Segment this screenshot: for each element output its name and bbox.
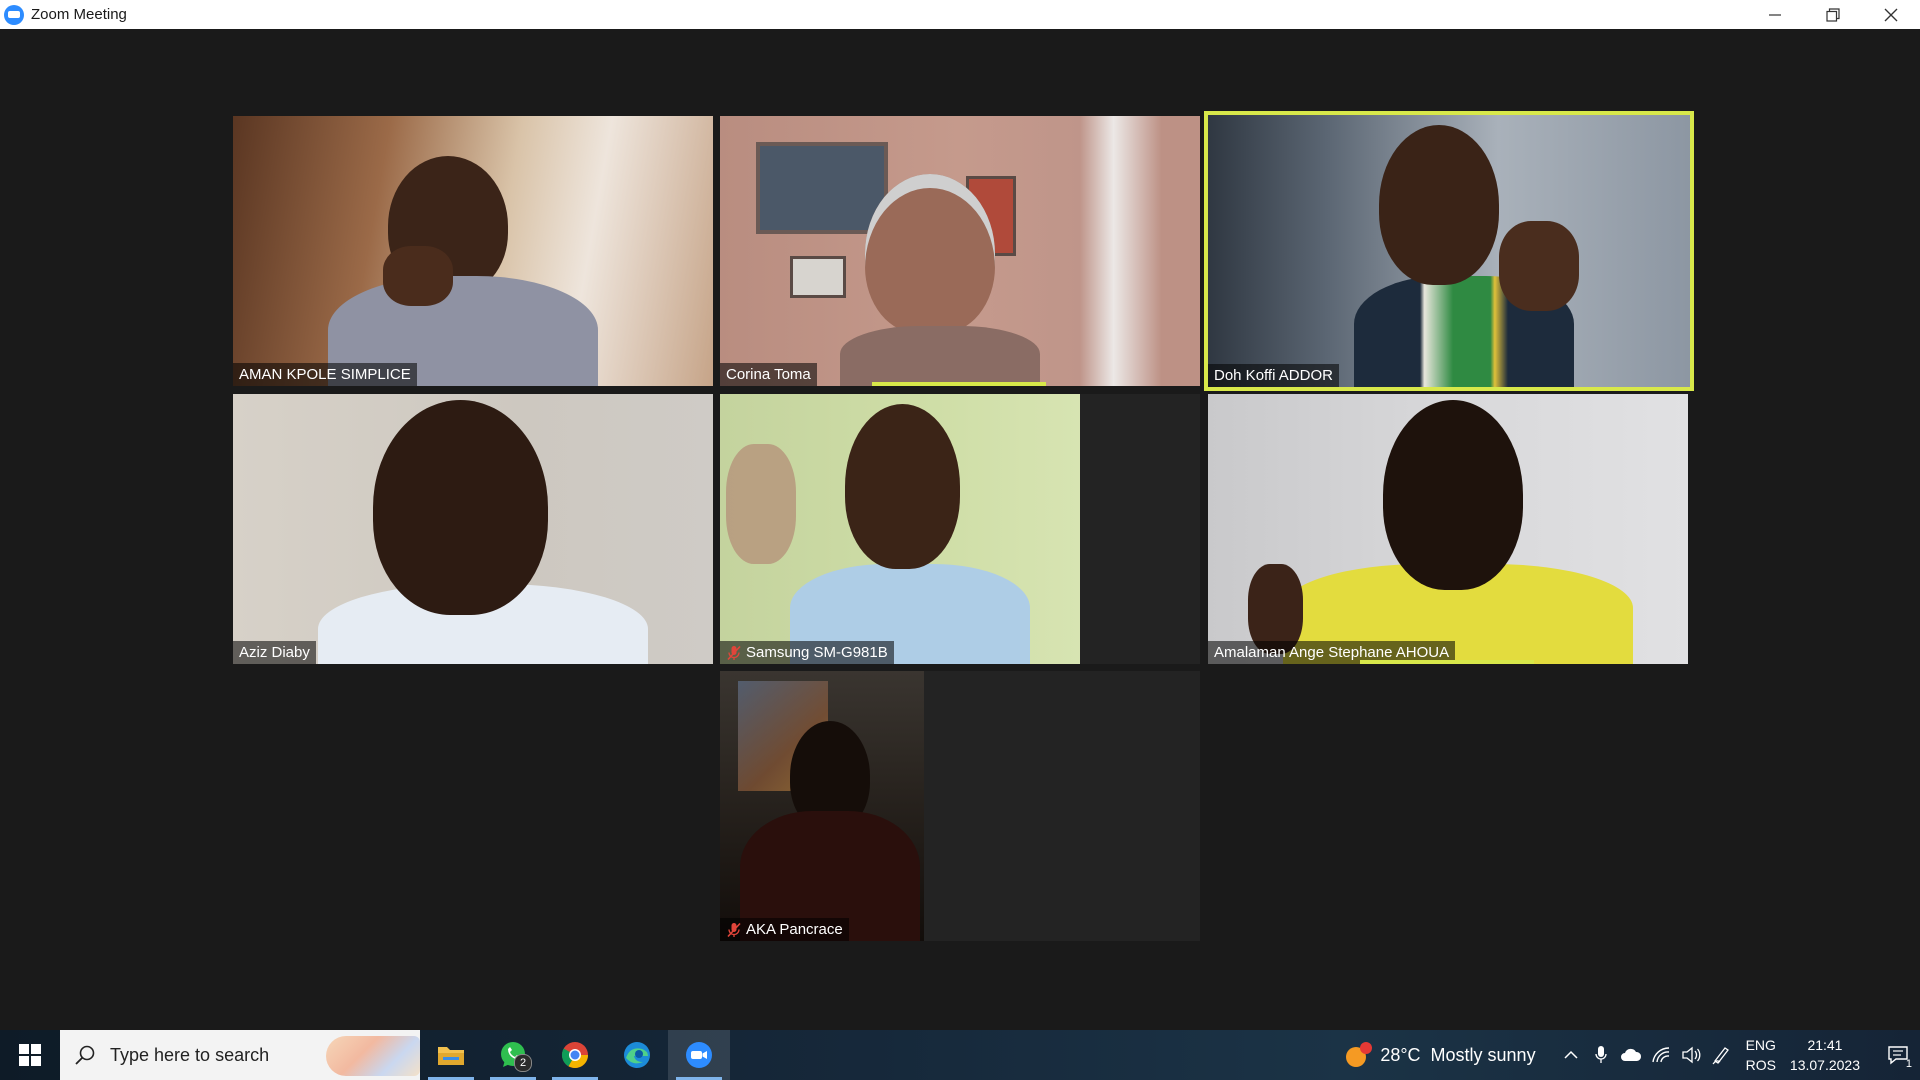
video-feed: [720, 394, 1080, 664]
participant-silhouette: [1383, 400, 1523, 590]
audio-level-bar: [872, 382, 1046, 386]
participant-silhouette: [865, 174, 995, 334]
video-feed: [233, 116, 713, 386]
show-hidden-icons-button[interactable]: [1556, 1030, 1586, 1080]
system-tray: 28°C Mostly sunny ENG ROS 21:41 13.07.20…: [1344, 1030, 1920, 1080]
taskbar-search-box[interactable]: Type here to search: [60, 1030, 420, 1080]
participant-name: Amalaman Ange Stephane AHOUA: [1214, 644, 1450, 661]
notification-count: 1: [1905, 1058, 1912, 1070]
search-icon: [75, 1045, 95, 1065]
keyboard-layout: ROS: [1745, 1057, 1776, 1073]
cloud-icon: [1620, 1048, 1641, 1061]
participant-tile[interactable]: Doh Koffi ADDOR: [1204, 111, 1694, 391]
volume-tray-button[interactable]: [1676, 1030, 1706, 1080]
window-title: Zoom Meeting: [31, 6, 127, 23]
pen-icon: [1712, 1047, 1729, 1065]
start-button[interactable]: [0, 1030, 60, 1080]
title-bar: Zoom Meeting: [0, 0, 1920, 29]
search-highlight-illustration: [326, 1036, 420, 1076]
video-gallery: AMAN KPOLE SIMPLICE Corina Toma Doh Koff…: [0, 29, 1920, 1030]
participant-name: AMAN KPOLE SIMPLICE: [239, 366, 411, 383]
video-feed: [1208, 394, 1688, 664]
weather-sun-icon: [1344, 1042, 1373, 1068]
participant-tile[interactable]: AMAN KPOLE SIMPLICE: [233, 116, 713, 386]
weather-temperature: 28°C: [1380, 1044, 1421, 1065]
participant-tile[interactable]: Corina Toma: [720, 116, 1200, 386]
video-feed: [1204, 111, 1694, 391]
video-feed: [720, 116, 1200, 386]
participant-name: Corina Toma: [726, 366, 811, 383]
edge-icon: [624, 1042, 650, 1068]
window-controls: [1746, 0, 1920, 29]
wall-painting: [790, 256, 846, 298]
participant-tile[interactable]: AKA Pancrace: [720, 671, 1200, 941]
taskbar-app-file-explorer[interactable]: [420, 1030, 482, 1080]
chevron-up-icon: [1564, 1050, 1578, 1059]
participant-silhouette: [840, 326, 1040, 386]
zoom-logo-icon: [4, 4, 24, 25]
minimize-button[interactable]: [1746, 0, 1804, 29]
wall-painting: [756, 142, 888, 234]
close-button[interactable]: [1862, 0, 1920, 29]
participant-tile[interactable]: Amalaman Ange Stephane AHOUA: [1208, 394, 1688, 664]
weather-widget[interactable]: 28°C Mostly sunny: [1344, 1042, 1536, 1068]
language-code: ENG: [1745, 1037, 1776, 1053]
participant-hand: [383, 246, 453, 306]
participant-silhouette: [373, 400, 548, 615]
onedrive-tray-button[interactable]: [1616, 1030, 1646, 1080]
participant-name: Doh Koffi ADDOR: [1214, 367, 1333, 384]
weather-condition: Mostly sunny: [1430, 1044, 1536, 1065]
windows-logo-icon: [19, 1044, 41, 1066]
clock-time: 21:41: [1807, 1037, 1843, 1053]
participant-tile[interactable]: Aziz Diaby: [233, 394, 713, 664]
windows-taskbar: Type here to search 2 28°C Mostly sunny: [0, 1030, 1920, 1080]
network-tray-button[interactable]: [1646, 1030, 1676, 1080]
participant-silhouette: [845, 404, 960, 569]
chrome-icon: [561, 1042, 589, 1069]
close-icon: [1884, 8, 1898, 21]
notification-center-button[interactable]: 1: [1876, 1030, 1920, 1080]
muted-microphone-icon: [726, 645, 742, 661]
participant-hand: [726, 444, 796, 564]
file-explorer-icon: [438, 1047, 464, 1065]
restore-button[interactable]: [1804, 0, 1862, 29]
input-language-indicator[interactable]: ENG ROS: [1746, 1035, 1776, 1075]
video-feed: [720, 671, 924, 941]
participant-name: Aziz Diaby: [239, 644, 310, 661]
participant-name: AKA Pancrace: [746, 921, 843, 938]
microphone-icon: [1594, 1046, 1607, 1063]
taskbar-app-edge[interactable]: [606, 1030, 668, 1080]
participant-silhouette: [1379, 125, 1499, 285]
participant-hand: [1499, 221, 1579, 311]
wifi-icon: [1651, 1047, 1669, 1063]
microphone-tray-button[interactable]: [1586, 1030, 1616, 1080]
minimize-icon: [1769, 13, 1781, 16]
taskbar-clock[interactable]: 21:41 13.07.2023: [1790, 1035, 1860, 1075]
participant-name: Samsung SM-G981B: [746, 644, 888, 661]
taskbar-app-zoom[interactable]: [668, 1030, 730, 1080]
clock-date: 13.07.2023: [1789, 1057, 1860, 1073]
pen-tray-button[interactable]: [1706, 1030, 1736, 1080]
audio-level-bar: [1360, 660, 1534, 664]
restore-icon: [1826, 7, 1840, 22]
taskbar-app-whatsapp[interactable]: 2: [482, 1030, 544, 1080]
speaker-icon: [1681, 1046, 1701, 1064]
zoom-icon: [686, 1042, 712, 1068]
participant-tile[interactable]: Samsung SM-G981B: [720, 394, 1200, 664]
muted-microphone-icon: [726, 922, 742, 938]
video-feed: [233, 394, 713, 664]
search-placeholder: Type here to search: [110, 1044, 270, 1065]
taskbar-app-chrome[interactable]: [544, 1030, 606, 1080]
notification-badge: 2: [514, 1054, 532, 1072]
